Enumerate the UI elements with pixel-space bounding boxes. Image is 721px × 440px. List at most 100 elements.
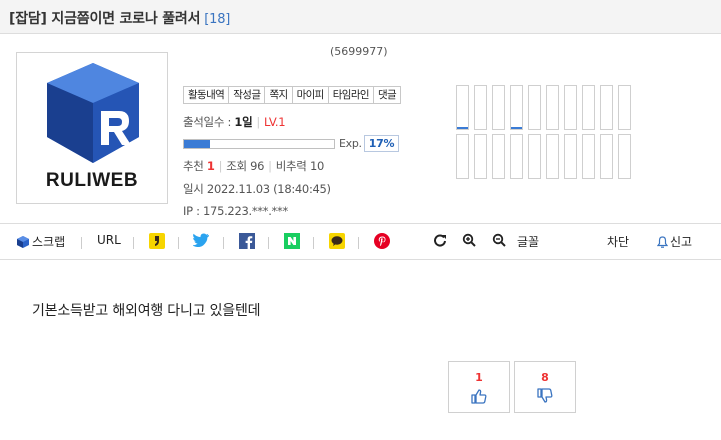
activity-cell	[492, 134, 505, 179]
scrap-cube-icon	[17, 235, 29, 248]
activity-cell	[528, 85, 541, 130]
attendance-label: 출석일수 :	[183, 115, 232, 129]
activity-cell	[618, 134, 631, 179]
exp-row: Exp. 17%	[183, 135, 400, 152]
url-button[interactable]: URL	[97, 233, 121, 247]
divider	[358, 237, 359, 249]
activity-cell	[528, 134, 541, 179]
post-ip: IP : 175.223.***.***	[183, 204, 288, 218]
activity-cell	[546, 134, 559, 179]
font-label: 글꼴	[517, 235, 540, 249]
pinterest-icon	[374, 233, 390, 249]
comment-count[interactable]: [18]	[204, 12, 230, 27]
tab-comments[interactable]: 댓글	[374, 87, 400, 103]
twitter-share-button[interactable]	[193, 233, 210, 247]
downvote-button[interactable]: 8	[514, 361, 576, 413]
post-title-bar: [잡담] 지금쯤이면 코로나 풀려서 [18]	[0, 0, 721, 34]
kakaotalk-share-button[interactable]	[329, 233, 345, 249]
activity-cell	[456, 134, 469, 179]
upvote-count: 1	[475, 371, 483, 384]
kakaostory-icon	[149, 233, 165, 249]
views-label: 조회	[226, 159, 247, 173]
kakaotalk-icon	[329, 233, 345, 249]
twitter-icon	[193, 233, 209, 247]
tab-posts[interactable]: 작성글	[229, 87, 266, 103]
scrap-label: 스크랩	[32, 235, 66, 249]
refresh-icon	[434, 234, 446, 247]
activity-grid-bottom-row	[456, 134, 652, 179]
exp-percent: 17%	[363, 135, 400, 152]
divider	[178, 237, 179, 249]
author-profile: (5699977) RULIWEB 활동내역 작성글 쪽지 마이피 타임라인 댓…	[0, 34, 721, 224]
block-label: 차단	[607, 235, 630, 249]
report-label: 신고	[670, 235, 693, 249]
refresh-button[interactable]	[433, 233, 447, 247]
post-body: 기본소득받고 해외여행 다니고 있을텐데	[32, 303, 261, 319]
downvote-count: 8	[541, 371, 549, 384]
zoom-in-button[interactable]	[462, 233, 476, 247]
activity-cell	[564, 134, 577, 179]
user-level: LV.1	[263, 115, 286, 129]
kakaostory-share-button[interactable]	[149, 233, 165, 249]
activity-cell	[510, 85, 523, 130]
tab-mypi[interactable]: 마이피	[293, 87, 329, 103]
activity-level-fill	[511, 127, 522, 129]
activity-grid-top-row	[456, 85, 652, 130]
activity-cell	[582, 134, 595, 179]
activity-cell	[564, 85, 577, 130]
downvote-ratio-value: 10	[309, 159, 324, 173]
author-avatar[interactable]: RULIWEB	[16, 52, 168, 204]
report-button[interactable]: 신고	[657, 233, 692, 250]
tab-message[interactable]: 쪽지	[265, 87, 293, 103]
facebook-share-button[interactable]	[239, 233, 255, 249]
exp-label: Exp.	[339, 137, 362, 150]
activity-cell	[492, 85, 505, 130]
activity-grid	[456, 85, 652, 183]
activity-cell	[618, 85, 631, 130]
ruliweb-logo-icon	[47, 63, 139, 163]
scrap-button[interactable]: 스크랩	[16, 233, 65, 250]
downvote-ratio-label: 비추력	[275, 159, 307, 173]
activity-cell	[546, 85, 559, 130]
activity-cell	[474, 85, 487, 130]
zoom-out-button[interactable]	[492, 233, 506, 247]
upvote-button[interactable]: 1	[448, 361, 510, 413]
ip-label: IP :	[183, 204, 200, 218]
divider	[313, 237, 314, 249]
activity-cell	[600, 134, 613, 179]
pinterest-share-button[interactable]	[374, 233, 390, 249]
attendance-row: 출석일수 : 1일 | LV.1	[183, 115, 286, 129]
font-button[interactable]: 글꼴	[517, 233, 539, 250]
activity-cell	[600, 85, 613, 130]
views-value: 96	[250, 159, 265, 173]
logo-text: RULIWEB	[45, 170, 139, 191]
post-title-text: [잡담] 지금쯤이면 코로나 풀려서	[9, 11, 201, 27]
block-button[interactable]: 차단	[607, 233, 629, 250]
thumbs-down-icon	[537, 388, 553, 403]
ip-value: 175.223.***.***	[203, 204, 288, 218]
exp-progress-bar	[183, 138, 335, 149]
attendance-days: 1일	[234, 115, 253, 129]
activity-cell	[510, 134, 523, 179]
tab-activity[interactable]: 활동내역	[184, 87, 230, 103]
date-label: 일시	[183, 182, 204, 196]
activity-cell	[474, 134, 487, 179]
activity-cell	[582, 85, 595, 130]
zoom-in-icon	[462, 233, 476, 247]
zoom-out-icon	[492, 233, 506, 247]
divider	[268, 237, 269, 249]
thumbs-up-icon	[471, 389, 487, 404]
post-title: [잡담] 지금쯤이면 코로나 풀려서 [18]	[9, 8, 230, 28]
naver-share-button[interactable]	[284, 233, 300, 249]
exp-progress-fill	[184, 139, 210, 148]
tab-timeline[interactable]: 타임라인	[329, 87, 374, 103]
naver-icon	[284, 233, 300, 249]
user-id: (5699977)	[330, 45, 388, 58]
recommend-value: 1	[206, 159, 215, 173]
url-label: URL	[97, 233, 121, 247]
post-toolbar: 스크랩 URL 글꼴 차단 신고	[0, 225, 721, 260]
date-value: 2022.11.03 (18:40:45)	[206, 182, 331, 196]
divider	[223, 237, 224, 249]
activity-cell	[456, 85, 469, 130]
divider	[81, 237, 82, 249]
